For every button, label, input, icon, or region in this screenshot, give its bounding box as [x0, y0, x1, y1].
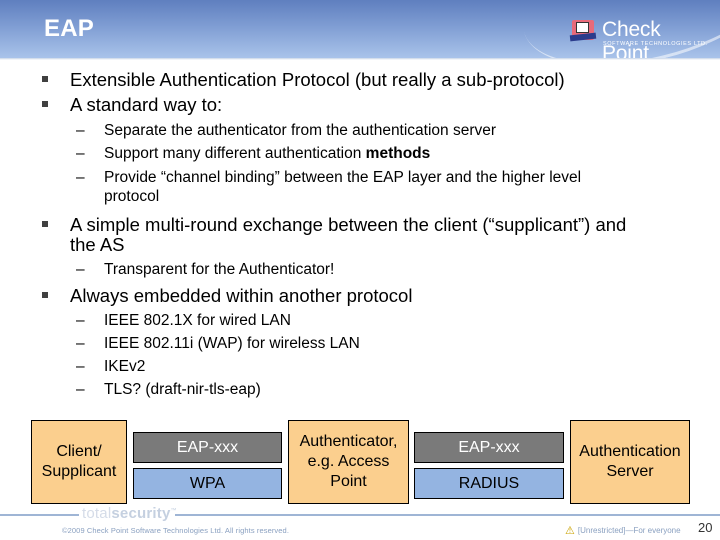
- page-number: 20: [698, 520, 713, 535]
- dash-bullet-icon: –: [76, 358, 85, 375]
- sub-bullet-continuation: protocol: [104, 188, 160, 205]
- dash-bullet-icon: –: [76, 122, 85, 139]
- bullet-text: A simple multi-round exchange between th…: [70, 214, 627, 235]
- sub-bullet-text: Support many different authentication: [104, 145, 366, 162]
- dash-bullet-icon: –: [76, 145, 85, 162]
- sub-bullet-item: – Support many different authentication …: [76, 145, 431, 163]
- total-security-brand: totalsecurity™: [82, 505, 177, 522]
- client-label-line2: Supplicant: [41, 463, 117, 480]
- dash-bullet-icon: –: [76, 312, 85, 329]
- server-label-line2: Server: [606, 463, 654, 480]
- logo-subtitle: SOFTWARE TECHNOLOGIES LTD.: [603, 41, 708, 47]
- authenticator-label-line1: Authenticator,: [299, 433, 398, 450]
- client-supplicant-box: Client/ Supplicant: [31, 420, 127, 504]
- sub-bullet-text: Transparent for the Authenticator!: [104, 261, 335, 278]
- authentication-server-box: Authentication Server: [570, 420, 690, 504]
- square-bullet-icon: [42, 101, 48, 107]
- authenticator-label-line2: e.g. Access: [307, 453, 390, 470]
- dash-bullet-icon: –: [76, 261, 85, 278]
- footer-divider-left: [0, 514, 79, 516]
- dash-bullet-icon: –: [76, 169, 85, 186]
- authenticator-label-line3: Point: [330, 473, 367, 490]
- sub-bullet-item: – IEEE 802.11i (WAP) for wireless LAN: [76, 335, 360, 353]
- bullet-continuation: the AS: [70, 234, 125, 255]
- sub-bullet-text: IEEE 802.1X for wired LAN: [104, 312, 291, 329]
- check-point-logo-icon: [569, 20, 597, 42]
- logo-name: Check Point: [602, 18, 661, 58]
- bullet-item: Always embedded within another protocol: [42, 285, 413, 307]
- authenticator-box: Authenticator, e.g. Access Point: [288, 420, 409, 504]
- slide-header: EAP Check Point SOFTWARE TECHNOLOGIES LT…: [0, 0, 720, 58]
- square-bullet-icon: [42, 76, 48, 82]
- classification-label: ⚠ [Unrestricted]—For everyone: [565, 523, 681, 537]
- bullet-item: A standard way to:: [42, 94, 223, 116]
- bullet-item: Extensible Authentication Protocol (but …: [42, 69, 565, 91]
- sub-bullet-item: – IEEE 802.1X for wired LAN: [76, 312, 291, 330]
- footer-divider-right: [175, 514, 720, 516]
- server-label-line1: Authentication: [579, 443, 681, 460]
- warning-triangle-icon: ⚠: [565, 525, 575, 537]
- copyright-notice: ©2009 Check Point Software Technologies …: [62, 526, 290, 535]
- classification-text: [Unrestricted]—For everyone: [577, 526, 681, 535]
- slide-title: EAP: [44, 15, 94, 42]
- square-bullet-icon: [42, 221, 48, 227]
- sub-bullet-bold-text: methods: [365, 145, 431, 162]
- dash-bullet-icon: –: [76, 381, 85, 398]
- sub-bullet-text: Separate the authenticator from the auth…: [104, 122, 497, 139]
- dash-bullet-icon: –: [76, 335, 85, 352]
- sub-bullet-text: IEEE 802.11i (WAP) for wireless LAN: [104, 335, 360, 352]
- sub-bullet-item: – Transparent for the Authenticator!: [76, 261, 335, 279]
- square-bullet-icon: [42, 292, 48, 298]
- eap-layer-left: EAP-xxx: [133, 432, 282, 463]
- bullet-item: A simple multi-round exchange between th…: [42, 214, 627, 236]
- bullet-text: A standard way to:: [70, 94, 223, 115]
- sub-bullet-text: TLS? (draft-nir-tls-eap): [104, 381, 261, 398]
- bullet-text: Extensible Authentication Protocol (but …: [70, 69, 565, 90]
- sub-bullet-text: Provide “channel binding” between the EA…: [104, 169, 582, 186]
- sub-bullet-item: – IKEv2: [76, 358, 146, 376]
- check-point-logo: Check Point SOFTWARE TECHNOLOGIES LTD.: [569, 17, 712, 58]
- client-label-line1: Client/: [56, 443, 102, 460]
- header-divider: [0, 58, 720, 60]
- sub-bullet-item: – Separate the authenticator from the au…: [76, 122, 497, 140]
- sub-bullet-text: IKEv2: [104, 358, 146, 375]
- eap-layer-right: EAP-xxx: [414, 432, 564, 463]
- wpa-layer: WPA: [133, 468, 282, 499]
- sub-bullet-item: – TLS? (draft-nir-tls-eap): [76, 381, 261, 399]
- radius-layer: RADIUS: [414, 468, 564, 499]
- sub-bullet-item: – Provide “channel binding” between the …: [76, 169, 582, 187]
- bullet-text: Always embedded within another protocol: [70, 285, 413, 306]
